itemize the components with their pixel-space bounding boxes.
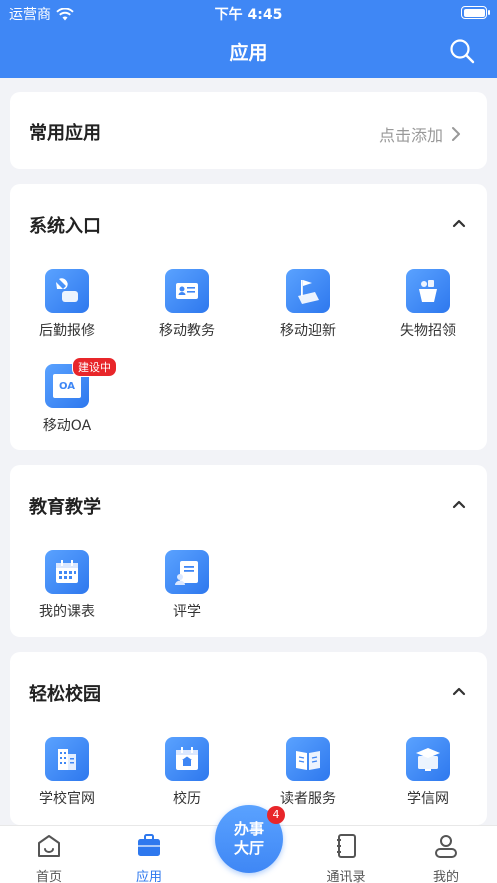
- app-label: 移动教务: [159, 323, 215, 339]
- app-lost-found[interactable]: 失物招领: [373, 269, 483, 340]
- section-title: 教育教学: [29, 497, 101, 518]
- chevron-right-icon: [452, 127, 460, 141]
- app-chsi[interactable]: 学信网: [373, 737, 483, 808]
- app-school-website[interactable]: 学校官网: [12, 737, 122, 808]
- oa-icon-text: OA: [53, 374, 81, 398]
- section-title: 轻松校园: [29, 684, 101, 705]
- add-favorite-label: 点击添加: [378, 126, 443, 145]
- app-my-schedule[interactable]: 我的课表: [12, 550, 122, 621]
- section-campus: 轻松校园 学校官网 校历 读者服务 学信网: [10, 652, 487, 825]
- service-hall-line-2: 大厅: [233, 839, 264, 857]
- app-label: 学校官网: [39, 791, 95, 807]
- lost-found-icon: [406, 269, 450, 313]
- service-hall-label: 办事 大厅: [234, 820, 264, 858]
- book-icon: [286, 737, 330, 781]
- notification-badge: 4: [267, 806, 285, 824]
- briefcase-icon: [138, 834, 160, 856]
- evaluation-icon: [165, 550, 209, 594]
- flag-icon: [286, 269, 330, 313]
- app-evaluation[interactable]: 评学: [132, 550, 242, 621]
- app-label: 学信网: [407, 791, 449, 807]
- section-system-entry: 系统入口 后勤报修 移动教务 移动迎新 失物招领 OA 建设中 移动OA: [10, 184, 487, 450]
- tab-label: 我的: [432, 870, 459, 883]
- tab-home[interactable]: 首页: [9, 832, 89, 883]
- home-icon: [38, 835, 60, 857]
- repair-icon: [45, 269, 89, 313]
- graduation-icon: [406, 737, 450, 781]
- app-mobile-oa[interactable]: OA 建设中 移动OA: [12, 357, 122, 435]
- nav-bar: 应用: [0, 26, 497, 78]
- contacts-book-icon: [337, 834, 356, 858]
- building-icon: [45, 737, 89, 781]
- status-bar: 运营商 下午 4:45: [0, 0, 497, 26]
- favorites-card: 常用应用 点击添加: [10, 92, 487, 169]
- app-label: 我的课表: [39, 604, 95, 620]
- service-hall-line-1: 办事: [233, 820, 264, 838]
- app-mobile-welcome[interactable]: 移动迎新: [253, 269, 363, 340]
- tab-label: 应用: [135, 870, 162, 883]
- app-mobile-academic[interactable]: 移动教务: [132, 269, 242, 340]
- add-favorite-button[interactable]: 点击添加: [379, 122, 461, 146]
- app-label: 后勤报修: [39, 323, 95, 339]
- search-icon[interactable]: [449, 38, 475, 64]
- app-label: 移动迎新: [280, 323, 336, 339]
- chevron-up-icon[interactable]: [451, 496, 467, 512]
- tab-label: 通讯录: [326, 870, 366, 883]
- favorites-title: 常用应用: [29, 123, 101, 144]
- app-label: 评学: [173, 604, 201, 620]
- app-label: 校历: [173, 791, 201, 807]
- app-label: 移动OA: [42, 418, 92, 434]
- user-icon: [435, 835, 457, 858]
- battery-icon: [461, 6, 490, 19]
- section-education: 教育教学 我的课表 评学: [10, 465, 487, 637]
- app-school-calendar[interactable]: 校历: [132, 737, 242, 808]
- tab-contacts[interactable]: 通讯录: [306, 832, 386, 883]
- status-time: 下午 4:45: [214, 7, 283, 23]
- tab-label: 首页: [35, 870, 62, 883]
- section-title: 系统入口: [29, 216, 101, 237]
- app-label: 读者服务: [280, 791, 336, 807]
- status-badge: 建设中: [72, 357, 117, 377]
- chevron-up-icon[interactable]: [451, 215, 467, 231]
- tab-apps[interactable]: 应用: [109, 832, 189, 883]
- page-title: 应用: [229, 42, 268, 64]
- chevron-up-icon[interactable]: [451, 683, 467, 699]
- calendar-icon: [45, 550, 89, 594]
- tab-me[interactable]: 我的: [406, 832, 486, 883]
- app-repair[interactable]: 后勤报修: [12, 269, 122, 340]
- app-reader-service[interactable]: 读者服务: [253, 737, 363, 808]
- school-calendar-icon: [165, 737, 209, 781]
- app-label: 失物招领: [400, 323, 456, 339]
- id-card-icon: [165, 269, 209, 313]
